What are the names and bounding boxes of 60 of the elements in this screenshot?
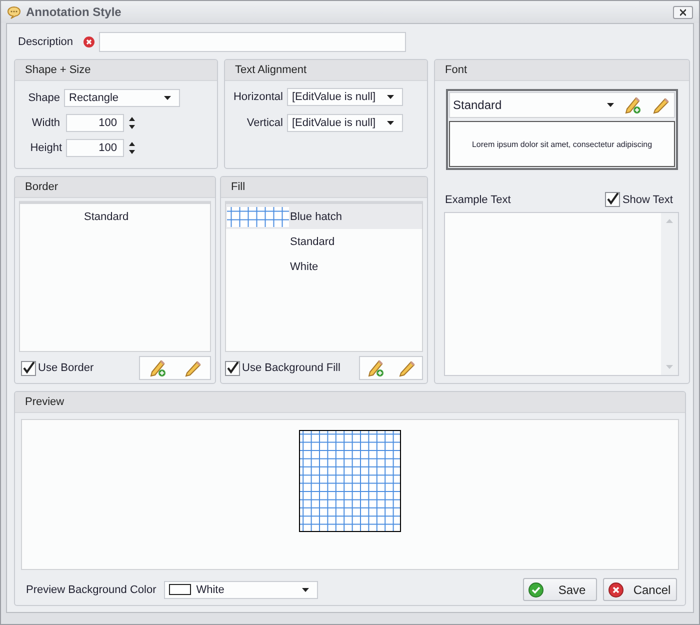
add-pencil-icon <box>366 359 384 377</box>
checkbox-label: Use Background Fill <box>242 362 340 374</box>
dropdown-arrow-icon <box>387 121 394 125</box>
vertical-dropdown[interactable]: [EditValue is null] <box>287 114 403 132</box>
add-pencil-icon <box>148 359 166 377</box>
edit-border-button[interactable] <box>184 359 202 377</box>
field-label: Vertical <box>246 117 283 129</box>
shape-dropdown[interactable]: Rectangle <box>64 89 180 107</box>
spin-arrows-icon[interactable] <box>128 115 136 131</box>
field-label: Preview Background Color <box>26 584 156 596</box>
speech-bubble-icon <box>7 6 21 18</box>
pencil-icon <box>652 96 670 114</box>
list-item[interactable]: Standard <box>20 204 210 229</box>
field-label: Description <box>18 36 74 48</box>
field-label: Example Text <box>445 194 511 206</box>
number-field[interactable]: 100 <box>66 114 124 132</box>
group-title: Text Alignment <box>225 60 427 81</box>
checkbox[interactable] <box>21 360 36 376</box>
horizontal-dropdown[interactable]: [EditValue is null] <box>287 88 403 106</box>
field-label: Shape <box>27 92 60 104</box>
cancel-icon <box>608 582 624 598</box>
group-title: Preview <box>15 392 685 413</box>
group-title: Border <box>15 177 215 198</box>
pencil-icon <box>398 359 416 377</box>
close-button[interactable] <box>673 6 693 18</box>
group-title: Shape + Size <box>15 60 217 81</box>
spin-arrows-icon[interactable] <box>128 140 136 156</box>
cancel-button[interactable]: Cancel <box>603 578 677 601</box>
add-font-button[interactable] <box>624 96 642 114</box>
dropdown-arrow-icon <box>302 588 310 592</box>
example-text-field[interactable] <box>444 212 679 376</box>
group-title: Font <box>435 60 689 81</box>
list-item[interactable]: Standard <box>226 229 422 254</box>
dropdown-arrow-icon <box>387 95 394 99</box>
background-color-dropdown[interactable]: White <box>164 580 318 598</box>
edit-fill-button[interactable] <box>398 359 416 377</box>
checkbox-label: Use Border <box>38 362 94 374</box>
dropdown-arrow-icon <box>164 96 171 100</box>
window-title: Annotation Style <box>26 5 122 19</box>
field-label: Width <box>30 117 60 129</box>
field-label: Height <box>29 142 62 154</box>
field-label: Horizontal <box>232 91 283 103</box>
checkbox[interactable] <box>605 192 620 207</box>
list-item[interactable]: Blue hatch <box>226 204 422 229</box>
add-border-button[interactable] <box>148 359 166 377</box>
checkbox-label: Show Text <box>622 194 673 206</box>
dropdown-arrow-icon <box>607 103 614 107</box>
checkbox[interactable] <box>225 360 240 376</box>
number-field[interactable]: 100 <box>66 139 124 157</box>
save-button[interactable]: Save <box>523 578 597 601</box>
font-sample: Lorem ipsum dolor sit amet, consectetur adipiscing <box>472 140 652 148</box>
list-item[interactable]: White <box>226 254 422 279</box>
edit-font-button[interactable] <box>652 96 670 114</box>
description-field[interactable] <box>99 32 406 52</box>
pencil-icon <box>184 359 202 377</box>
add-pencil-icon <box>624 96 642 114</box>
close-icon <box>680 8 686 16</box>
check-icon <box>528 582 544 598</box>
group-title: Fill <box>221 177 427 198</box>
add-fill-button[interactable] <box>366 359 384 377</box>
